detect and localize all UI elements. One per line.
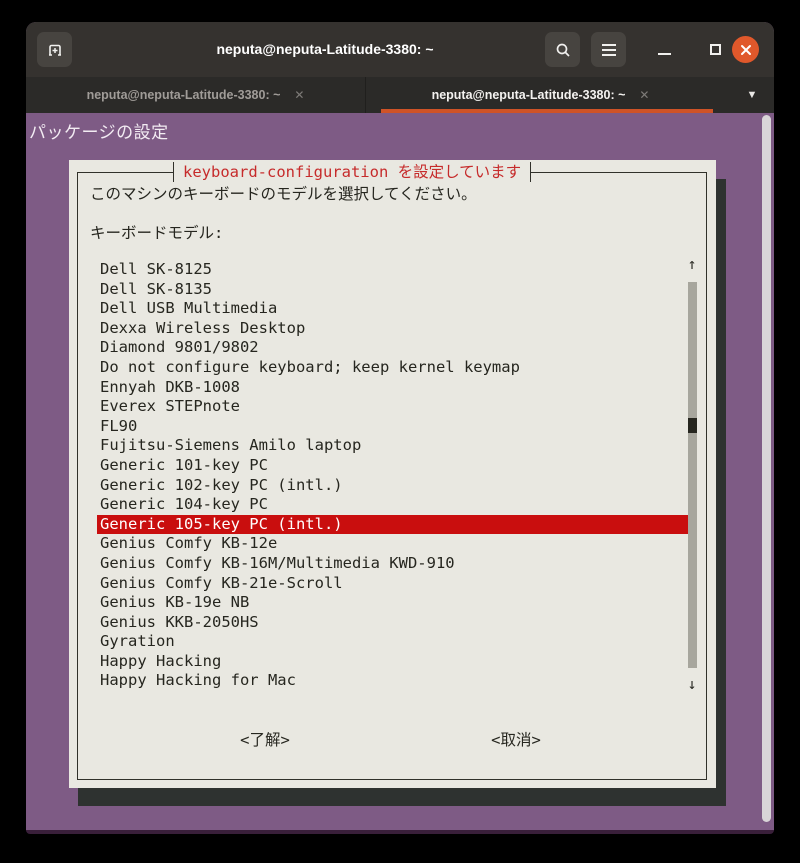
dialog-title: keyboard-configuration を設定しています (173, 162, 531, 182)
hamburger-menu-icon (602, 44, 616, 56)
window-title: neputa@neputa-Latitude-3380: ~ (106, 22, 544, 77)
list-item[interactable]: Happy Hacking for Mac (97, 671, 696, 691)
cancel-button[interactable]: <取消> (491, 731, 541, 750)
maximize-icon (710, 44, 721, 55)
dialog-prompt: このマシンのキーボードのモデルを選択してください。 (90, 182, 477, 204)
list-item[interactable]: Generic 104-key PC (97, 495, 696, 515)
list-item[interactable]: Genius KB-19e NB (97, 593, 696, 613)
list-item[interactable]: Generic 105-key PC (intl.) (97, 515, 696, 535)
tab-list-dropdown-button[interactable]: ▼ (739, 77, 765, 113)
list-item[interactable]: Dell SK-8125 (97, 260, 696, 280)
maximize-button[interactable] (700, 32, 730, 67)
list-item[interactable]: Dell USB Multimedia (97, 299, 696, 319)
list-item[interactable]: Dell SK-8135 (97, 280, 696, 300)
scrollbar-track[interactable] (688, 282, 697, 668)
headerbar: neputa@neputa-Latitude-3380: ~ (26, 22, 774, 77)
scroll-up-icon[interactable]: ↑ (684, 256, 700, 272)
close-icon (740, 44, 752, 56)
keyboard-configuration-dialog: keyboard-configuration を設定しています このマシンのキー… (69, 160, 716, 788)
tab-close-icon[interactable]: ✕ (639, 89, 649, 101)
search-button[interactable] (545, 32, 580, 67)
new-tab-icon (46, 41, 64, 59)
list-item[interactable]: Fujitsu-Siemens Amilo laptop (97, 436, 696, 456)
search-icon (554, 41, 572, 59)
terminal-window: neputa@neputa-Latitude-3380: ~ (26, 22, 774, 834)
list-item[interactable]: Genius Comfy KB-12e (97, 534, 696, 554)
list-item[interactable]: Gyration (97, 632, 696, 652)
list-item[interactable]: Diamond 9801/9802 (97, 338, 696, 358)
list-item[interactable]: Dexxa Wireless Desktop (97, 319, 696, 339)
minimize-button[interactable] (649, 32, 679, 67)
new-tab-button[interactable] (37, 32, 72, 67)
list-item[interactable]: Genius KKB-2050HS (97, 613, 696, 633)
tab-close-icon[interactable]: ✕ (294, 89, 304, 101)
menu-button[interactable] (591, 32, 626, 67)
tab-bar: neputa@neputa-Latitude-3380: ~ ✕ neputa@… (26, 77, 774, 113)
scroll-down-icon[interactable]: ↓ (684, 676, 700, 692)
terminal-screen[interactable]: パッケージの設定 keyboard-configuration を設定しています… (26, 113, 774, 830)
list-item[interactable]: Generic 102-key PC (intl.) (97, 476, 696, 496)
keyboard-model-label: キーボードモデル: (90, 221, 223, 243)
list-item[interactable]: Happy Hacking (97, 652, 696, 672)
scrollbar-thumb[interactable] (688, 418, 697, 433)
tab-terminal-1[interactable]: neputa@neputa-Latitude-3380: ~ ✕ (26, 77, 366, 113)
tab-label: neputa@neputa-Latitude-3380: ~ (87, 88, 281, 102)
list-item[interactable]: FL90 (97, 417, 696, 437)
list-item[interactable]: Do not configure keyboard; keep kernel k… (97, 358, 696, 378)
list-item[interactable]: Everex STEPnote (97, 397, 696, 417)
tab-terminal-2-active[interactable]: neputa@neputa-Latitude-3380: ~ ✕ (367, 77, 714, 113)
dialog-list-scrollbar[interactable]: ↑ ↓ (684, 256, 700, 692)
tab-label: neputa@neputa-Latitude-3380: ~ (432, 88, 626, 102)
minimize-icon (658, 53, 671, 55)
list-item[interactable]: Genius Comfy KB-16M/Multimedia KWD-910 (97, 554, 696, 574)
close-button[interactable] (732, 36, 759, 63)
list-item[interactable]: Genius Comfy KB-21e-Scroll (97, 574, 696, 594)
chevron-down-icon: ▼ (747, 89, 758, 101)
terminal-scrollbar[interactable] (762, 115, 771, 822)
list-item[interactable]: Ennyah DKB-1008 (97, 378, 696, 398)
debconf-screen-title: パッケージの設定 (29, 118, 169, 143)
ok-button[interactable]: <了解> (240, 731, 290, 750)
list-item[interactable]: Generic 101-key PC (97, 456, 696, 476)
keyboard-model-list: Dell SK-8125Dell SK-8135Dell USB Multime… (97, 260, 696, 691)
